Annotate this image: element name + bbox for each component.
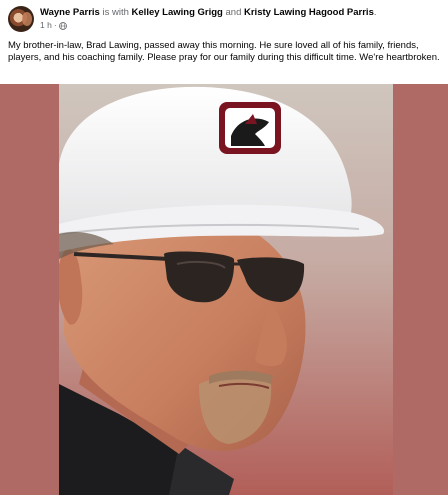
author-line: Wayne Parris is with Kelley Lawing Grigg… (40, 7, 440, 19)
post-media (0, 84, 448, 495)
and-text: and (225, 7, 242, 18)
trailing-period: . (373, 7, 377, 18)
post-time-link[interactable]: 1 h (40, 20, 52, 31)
coach-photo-illustration (59, 84, 393, 495)
tagged-person-link-1[interactable]: Kelley Lawing Grigg (132, 7, 223, 18)
author-name-link[interactable]: Wayne Parris (40, 7, 100, 18)
globe-icon[interactable] (58, 21, 67, 30)
author-avatar[interactable] (8, 6, 34, 32)
with-text: is with (102, 7, 129, 18)
tagged-person-link-2[interactable]: Kristy Lawing Hagood Parris (244, 7, 374, 18)
post-photo[interactable] (59, 84, 393, 495)
meta-separator: · (53, 20, 57, 30)
post-header: Wayne Parris is with Kelley Lawing Grigg… (8, 6, 444, 32)
post-card: Wayne Parris is with Kelley Lawing Grigg… (0, 0, 448, 495)
post-body-text: My brother-in-law, Brad Lawing, passed a… (8, 40, 440, 63)
post-meta: 1 h · (40, 20, 67, 31)
